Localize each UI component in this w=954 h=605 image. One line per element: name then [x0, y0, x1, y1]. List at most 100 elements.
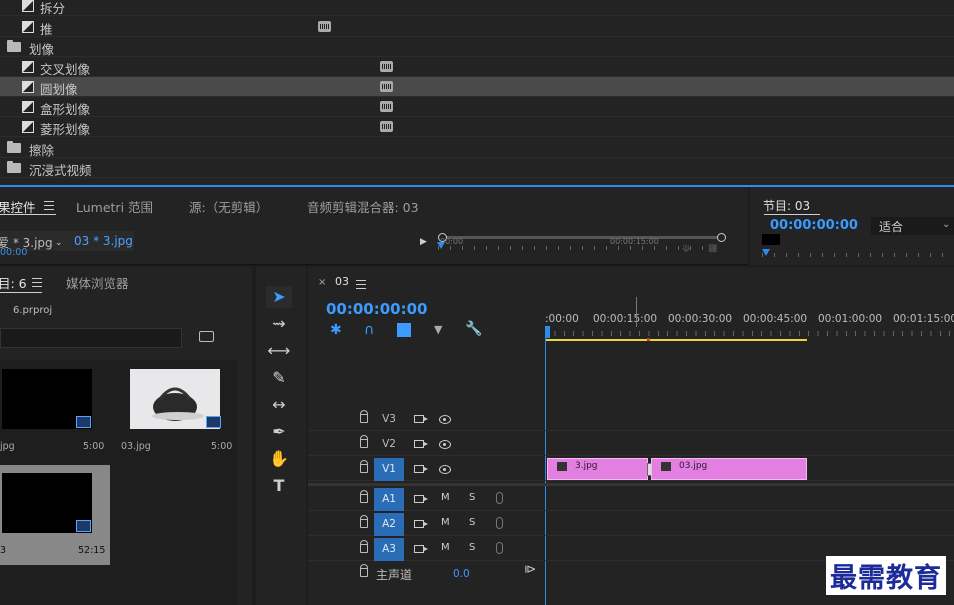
track-name[interactable]: A2 — [374, 513, 404, 536]
track-header-a1[interactable]: A1 M S — [308, 488, 545, 511]
lock-icon[interactable] — [360, 515, 368, 528]
track-header-v2[interactable]: V2 — [308, 433, 545, 456]
sync-lock-icon[interactable] — [414, 415, 428, 423]
mute-button[interactable]: M — [441, 492, 450, 503]
clip-3-jpg[interactable]: 3.jpg — [547, 458, 648, 480]
track-name[interactable]: V3 — [374, 408, 404, 431]
goto-end-icon[interactable]: ⧐ — [524, 562, 536, 576]
type-tool-icon[interactable]: T — [266, 475, 292, 497]
track-name[interactable]: V2 — [374, 433, 404, 456]
effect-folder-iris[interactable]: 划像 — [0, 37, 954, 57]
razor-tool-icon[interactable]: ✎ — [266, 367, 292, 389]
program-timecode[interactable]: 00:00:00:00 — [770, 218, 858, 233]
lock-icon[interactable] — [360, 460, 368, 473]
mic-icon[interactable] — [496, 517, 503, 529]
effect-controls-timecode[interactable]: 00:00 — [0, 247, 27, 258]
effect-item-iris-diamond[interactable]: 菱形划像 — [0, 117, 954, 137]
search-input[interactable] — [0, 328, 182, 348]
selection-tool-icon[interactable]: ➤ — [266, 286, 292, 308]
mute-button[interactable]: M — [441, 542, 450, 553]
track-name[interactable]: A3 — [374, 538, 404, 561]
sequence-tab[interactable]: 03 — [335, 275, 349, 288]
eye-icon[interactable] — [439, 440, 451, 449]
track-name[interactable]: V1 — [374, 458, 404, 481]
solo-button[interactable]: S — [469, 542, 475, 553]
tab-source-monitor[interactable]: 源:（无剪辑） — [189, 197, 268, 216]
ripple-edit-tool-icon[interactable]: ⟷ — [266, 340, 292, 362]
mic-icon[interactable] — [496, 542, 503, 554]
timeline-ruler[interactable]: :00:00 00:00:15:00 00:00:30:00 00:00:45:… — [545, 297, 954, 341]
track-lane-v3[interactable] — [545, 408, 954, 431]
sequence-clip-label[interactable]: 03 * 3.jpg — [74, 234, 133, 248]
panel-menu-icon[interactable] — [356, 280, 366, 289]
project-item[interactable]: 03.jpg 5:00 — [118, 362, 234, 454]
master-volume-value[interactable]: 0.0 — [453, 568, 470, 580]
tab-audio-clip-mixer[interactable]: 音频剪辑混合器: 03 — [307, 197, 419, 216]
chevron-down-icon[interactable]: ⌄ — [55, 238, 63, 248]
track-select-tool-icon[interactable]: ⇝ — [266, 313, 292, 335]
lock-icon[interactable] — [360, 435, 368, 448]
panel-menu-icon[interactable] — [32, 278, 42, 287]
mic-icon[interactable] — [496, 492, 503, 504]
track-lane-v2[interactable] — [545, 433, 954, 456]
work-area-bar[interactable] — [545, 339, 807, 341]
eye-icon[interactable] — [439, 415, 451, 424]
track-name[interactable]: A1 — [374, 488, 404, 511]
sync-lock-icon[interactable] — [414, 545, 428, 553]
sync-lock-icon[interactable] — [414, 440, 428, 448]
lock-icon[interactable] — [360, 490, 368, 503]
eye-icon[interactable] — [439, 465, 451, 474]
effect-item-iris-round[interactable]: 圆划像 — [0, 77, 954, 97]
nest-icon[interactable]: ✱ — [330, 322, 342, 338]
add-marker-icon[interactable]: ▼ — [434, 323, 442, 336]
effect-item-iris-cross[interactable]: 交叉划像 — [0, 57, 954, 77]
lock-icon[interactable] — [360, 564, 368, 577]
lock-icon[interactable] — [360, 540, 368, 553]
sync-lock-icon[interactable] — [414, 465, 428, 473]
hand-tool-icon[interactable]: ✋ — [266, 448, 292, 470]
solo-button[interactable]: S — [469, 492, 475, 503]
linked-selection-icon[interactable] — [397, 323, 411, 337]
play-triangle-icon[interactable]: ▶ — [420, 237, 427, 247]
tab-lumetri-scopes[interactable]: Lumetri 范围 — [76, 197, 153, 216]
zoom-scroll-bar[interactable] — [442, 236, 722, 239]
effect-item-push[interactable]: 推 — [0, 17, 954, 37]
effect-folder-wipe[interactable]: 擦除 — [0, 138, 954, 158]
sync-lock-icon[interactable] — [414, 520, 428, 528]
chevron-down-icon[interactable]: ⌄ — [942, 219, 950, 230]
track-header-v1[interactable]: V1 — [308, 458, 545, 481]
track-header-a2[interactable]: A2 M S — [308, 513, 545, 536]
panel-menu-icon[interactable] — [44, 201, 54, 210]
wrench-icon[interactable]: 🔧 — [465, 321, 482, 337]
video-audio-divider[interactable] — [308, 483, 954, 486]
pen-tool-icon[interactable]: ✒ — [266, 421, 292, 443]
project-item[interactable]: jpg 5:00 — [0, 362, 106, 454]
playhead-icon[interactable] — [437, 242, 445, 249]
timeline-timecode[interactable]: 00:00:00:00 — [326, 300, 428, 318]
close-icon[interactable]: × — [318, 277, 326, 288]
slip-tool-icon[interactable]: ↔ — [266, 394, 292, 416]
effect-folder-immersive[interactable]: 沉浸式视频 — [0, 158, 954, 178]
effect-controls-ruler[interactable]: 00:00 00:00:15:00 ⟱ ▩ — [437, 232, 726, 255]
zoom-handle-right[interactable] — [717, 233, 726, 242]
project-item-sequence-selected[interactable]: 3 52:15 — [0, 465, 110, 565]
sync-lock-icon[interactable] — [414, 495, 428, 503]
playhead-icon[interactable] — [762, 249, 770, 256]
tab-media-browser[interactable]: 媒体浏览器 — [66, 273, 129, 292]
tab-project[interactable]: 目: 6 — [0, 273, 27, 292]
snap-magnet-icon[interactable]: ∩ — [364, 322, 374, 338]
track-header-v3[interactable]: V3 — [308, 408, 545, 431]
effect-item-split[interactable]: 拆分 — [0, 0, 954, 16]
track-header-a3[interactable]: A3 M S — [308, 538, 545, 561]
track-lane-a2[interactable] — [545, 513, 954, 536]
track-lane-a1[interactable] — [545, 488, 954, 511]
mute-button[interactable]: M — [441, 517, 450, 528]
new-bin-icon[interactable] — [199, 331, 214, 342]
lock-icon[interactable] — [360, 410, 368, 423]
playhead-handle[interactable] — [545, 326, 550, 338]
clip-03-jpg[interactable]: 03.jpg — [651, 458, 807, 480]
program-title[interactable]: 节目: 03 — [763, 197, 810, 214]
effect-item-iris-box[interactable]: 盒形划像 — [0, 97, 954, 117]
track-header-master[interactable]: 主声道 0.0 ⧐ — [308, 562, 545, 585]
solo-button[interactable]: S — [469, 517, 475, 528]
